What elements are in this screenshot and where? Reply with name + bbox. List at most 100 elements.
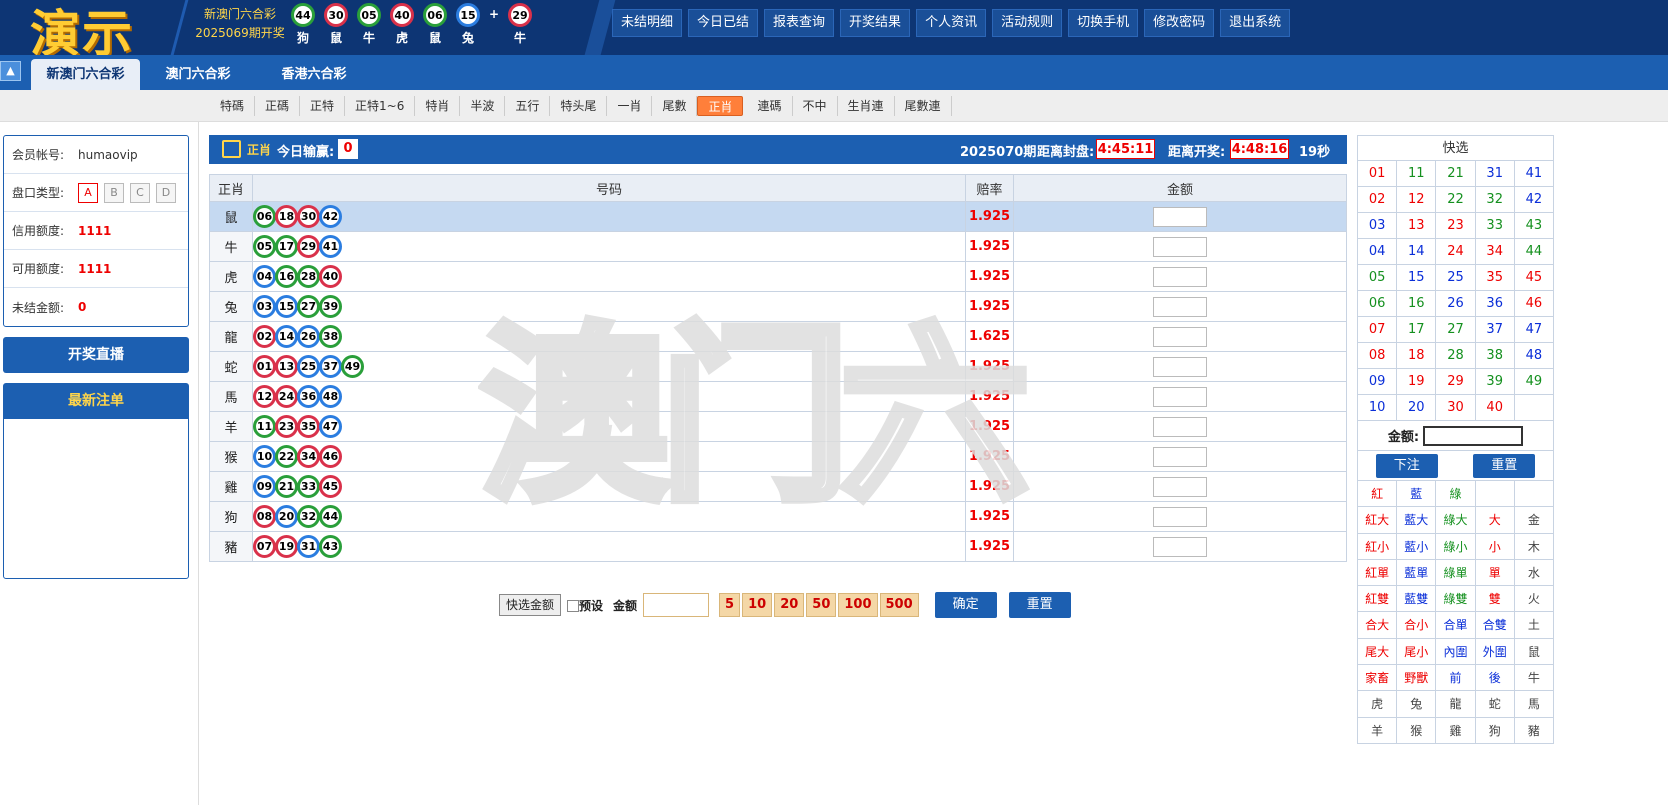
quick-option[interactable]: 外圍	[1475, 638, 1515, 666]
quick-number[interactable]: 34	[1475, 239, 1515, 265]
quick-number[interactable]: 44	[1514, 239, 1554, 265]
quick-option[interactable]: 合雙	[1475, 612, 1515, 639]
quick-number[interactable]: 30	[1436, 395, 1476, 421]
play-type-item[interactable]: 半波	[460, 96, 506, 116]
quick-option[interactable]: 尾小	[1397, 638, 1437, 666]
quick-option[interactable]: 尾大	[1358, 638, 1398, 666]
quick-number[interactable]: 47	[1514, 317, 1554, 343]
quick-number[interactable]: 11	[1397, 161, 1437, 187]
quick-option[interactable]: 內圍	[1436, 638, 1476, 666]
quick-option[interactable]: 藍	[1397, 481, 1437, 508]
table-row[interactable]: 蛇 01 13 25 37 49 1.925	[209, 351, 1347, 382]
live-draw-button[interactable]: 开奖直播	[3, 337, 189, 373]
nav-item[interactable]: 报表查询	[764, 9, 835, 37]
quick-amount-input[interactable]	[1423, 425, 1524, 446]
nav-item[interactable]: 活动规则	[992, 9, 1063, 37]
amount-chip[interactable]: 20	[774, 593, 805, 617]
quick-option[interactable]: 大	[1475, 507, 1515, 534]
table-row[interactable]: 狗 08 20 32 44 1.925	[209, 501, 1347, 532]
quick-number[interactable]: 42	[1514, 187, 1554, 213]
amount-input[interactable]	[1153, 536, 1207, 557]
quick-option[interactable]: 虎	[1358, 691, 1398, 718]
amount-chip[interactable]: 500	[879, 593, 919, 617]
table-row[interactable]: 虎 04 16 28 40 1.925	[209, 261, 1347, 292]
play-type-item[interactable]: 正特1~6	[345, 96, 416, 116]
quick-option[interactable]: 合單	[1436, 612, 1476, 639]
amount-input[interactable]	[1153, 296, 1207, 317]
quick-option[interactable]: 小	[1475, 533, 1515, 560]
amount-input[interactable]	[1153, 476, 1207, 497]
quick-option[interactable]: 火	[1514, 586, 1554, 613]
confirm-button[interactable]: 确定	[934, 592, 997, 618]
quick-number[interactable]: 06	[1358, 291, 1398, 317]
play-type-item[interactable]: 尾數	[652, 96, 698, 116]
quick-option[interactable]: 雙	[1475, 586, 1515, 613]
amount-input[interactable]	[1153, 356, 1207, 377]
quick-number[interactable]: 15	[1397, 265, 1437, 291]
pan-c[interactable]: C	[130, 182, 150, 203]
quick-number[interactable]: 18	[1397, 343, 1437, 369]
quick-option[interactable]: 馬	[1514, 691, 1554, 718]
quick-amount-button[interactable]: 快选金额	[499, 594, 562, 616]
quick-number[interactable]: 41	[1514, 161, 1554, 187]
quick-option[interactable]: 木	[1514, 533, 1554, 560]
quick-option[interactable]: 紅大	[1358, 507, 1398, 534]
quick-number[interactable]: 26	[1436, 291, 1476, 317]
amount-input[interactable]	[1153, 236, 1207, 257]
quick-number[interactable]: 31	[1475, 161, 1515, 187]
amount-input[interactable]	[1153, 386, 1207, 407]
quick-reset-button[interactable]: 重置	[1473, 453, 1536, 478]
quick-option[interactable]: 蛇	[1475, 691, 1515, 718]
nav-item[interactable]: 修改密码	[1144, 9, 1215, 37]
quick-option[interactable]: 綠	[1436, 481, 1476, 508]
quick-option[interactable]: 猴	[1397, 717, 1437, 744]
quick-number[interactable]: 29	[1436, 369, 1476, 395]
quick-option[interactable]: 家畜	[1358, 665, 1398, 692]
quick-option[interactable]: 合大	[1358, 612, 1398, 639]
play-type-item[interactable]: 特头尾	[550, 96, 608, 116]
table-row[interactable]: 兔 03 15 27 39 1.925	[209, 291, 1347, 322]
table-row[interactable]: 雞 09 21 33 45 1.925	[209, 471, 1347, 502]
quick-number[interactable]: 35	[1475, 265, 1515, 291]
pan-d[interactable]: D	[156, 182, 176, 203]
amount-input[interactable]	[1153, 206, 1207, 227]
quick-number[interactable]: 23	[1436, 213, 1476, 239]
quick-number[interactable]: 21	[1436, 161, 1476, 187]
play-type-item[interactable]: 五行	[505, 96, 551, 116]
collapse-up-icon[interactable]: ▲	[0, 61, 21, 81]
amount-input[interactable]	[643, 593, 710, 617]
nav-item[interactable]: 开奖结果	[840, 9, 911, 37]
quick-number[interactable]: 05	[1358, 265, 1398, 291]
table-row[interactable]: 馬 12 24 36 48 1.925	[209, 381, 1347, 412]
quick-option[interactable]: 羊	[1358, 717, 1398, 744]
quick-number[interactable]: 45	[1514, 265, 1554, 291]
play-type-item[interactable]: 不中	[793, 96, 838, 116]
amount-chip[interactable]: 100	[838, 593, 878, 617]
quick-number[interactable]: 04	[1358, 239, 1398, 265]
quick-number[interactable]: 14	[1397, 239, 1437, 265]
nav-item[interactable]: 切换手机	[1068, 9, 1139, 37]
quick-option[interactable]: 兔	[1397, 691, 1437, 718]
quick-number[interactable]: 17	[1397, 317, 1437, 343]
play-type-item[interactable]: 一肖	[607, 96, 653, 116]
quick-option[interactable]: 鼠	[1514, 638, 1554, 666]
tab-macau[interactable]: 澳门六合彩	[148, 59, 248, 90]
quick-option[interactable]: 雞	[1436, 717, 1476, 744]
play-type-item[interactable]: 正碼	[255, 96, 301, 116]
quick-number[interactable]: 02	[1358, 187, 1398, 213]
quick-number[interactable]: 27	[1436, 317, 1476, 343]
quick-number[interactable]: 37	[1475, 317, 1515, 343]
nav-item[interactable]: 个人资讯	[916, 9, 987, 37]
amount-input[interactable]	[1153, 266, 1207, 287]
quick-option[interactable]: 藍小	[1397, 533, 1437, 560]
quick-number[interactable]: 48	[1514, 343, 1554, 369]
pan-a[interactable]: A	[78, 182, 98, 203]
preset-checkbox[interactable]	[567, 600, 580, 612]
quick-option[interactable]: 紅單	[1358, 559, 1398, 587]
quick-option[interactable]: 藍單	[1397, 559, 1437, 587]
table-row[interactable]: 豬 07 19 31 43 1.925	[209, 531, 1347, 562]
table-row[interactable]: 牛 05 17 29 41 1.925	[209, 231, 1347, 262]
table-row[interactable]: 猴 10 22 34 46 1.925	[209, 441, 1347, 472]
amount-input[interactable]	[1153, 446, 1207, 467]
amount-input[interactable]	[1153, 326, 1207, 347]
